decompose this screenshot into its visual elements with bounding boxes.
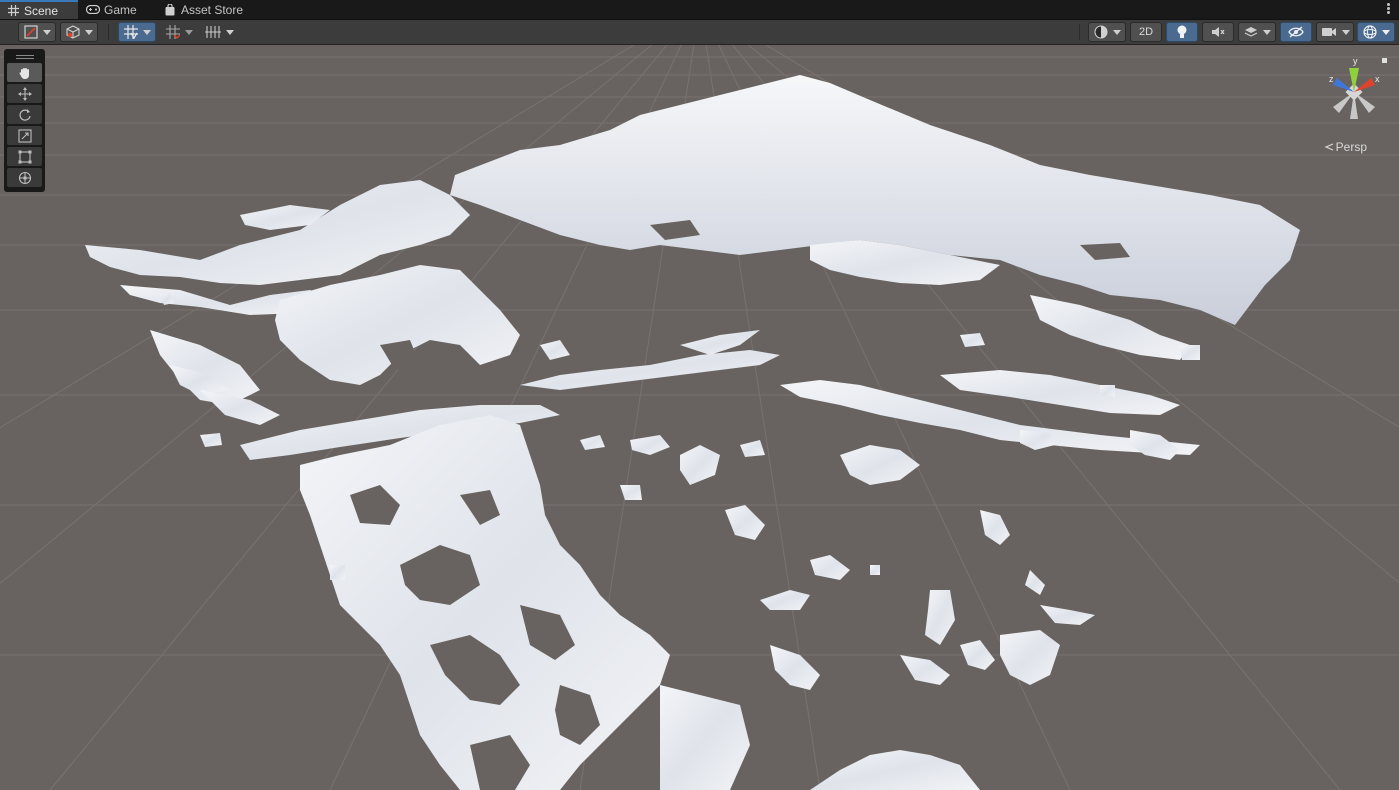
chevron-down-icon [184, 29, 193, 35]
gizmo-axis-x-label: x [1375, 74, 1380, 84]
hand-icon [18, 66, 32, 80]
chevron-down-icon [1341, 29, 1350, 35]
transform-icon [18, 171, 32, 185]
scale-tool[interactable] [7, 126, 42, 145]
effects-dropdown[interactable] [1238, 22, 1276, 42]
rect-icon [18, 150, 32, 164]
rotate-icon [18, 108, 32, 122]
tab-asset-store[interactable]: Asset Store [157, 0, 253, 19]
scene-viewport[interactable]: y z x Persp [0, 45, 1399, 790]
chevron-down-icon [1381, 29, 1390, 35]
audio-mute-icon [1211, 25, 1225, 39]
lighting-bulb-icon [1176, 25, 1188, 39]
bag-icon [163, 3, 177, 16]
rect-tool[interactable] [7, 147, 42, 166]
toggle-2d-button[interactable]: 2D [1130, 22, 1162, 42]
draw-mode-icon [23, 25, 38, 39]
projection-toggle[interactable]: Persp [1324, 140, 1367, 154]
gizmo-axis-z-label: z [1329, 74, 1334, 84]
gizmo-axis-y-label: y [1353, 56, 1358, 66]
shading-mode-dropdown[interactable] [60, 22, 98, 42]
gamepad-icon [86, 4, 100, 16]
lighting-toggle[interactable] [1166, 22, 1198, 42]
rotate-tool[interactable] [7, 105, 42, 124]
render-mode-dropdown[interactable] [1088, 22, 1126, 42]
move-tool[interactable] [7, 84, 42, 103]
gizmos-dropdown[interactable] [1357, 22, 1395, 42]
draw-mode-dropdown[interactable] [18, 22, 56, 42]
tab-label: Asset Store [181, 2, 244, 17]
incremental-snap-icon [165, 25, 180, 39]
chevron-down-icon [1262, 29, 1271, 35]
move-arrows-icon [17, 86, 32, 101]
grid-snap-icon [123, 25, 138, 39]
more-options-icon[interactable] [1387, 2, 1391, 16]
shading-cube-icon [65, 25, 80, 39]
camera-dropdown[interactable] [1316, 22, 1354, 42]
projection-label: Persp [1335, 140, 1367, 154]
orientation-gizmo[interactable]: y z x [1319, 55, 1389, 125]
view-grid-dropdown[interactable] [200, 22, 238, 42]
view-grid-icon [204, 25, 221, 39]
incremental-snap-dropdown[interactable] [160, 22, 198, 42]
camera-icon [1321, 26, 1337, 38]
tool-palette [4, 49, 45, 192]
chevron-down-icon [225, 29, 234, 35]
chevron-down-icon [84, 29, 93, 35]
tab-game[interactable]: Game [80, 0, 146, 19]
hand-tool[interactable] [7, 63, 42, 82]
chevron-left-icon [1324, 142, 1334, 152]
tab-label: Game [104, 2, 137, 17]
palette-drag-handle[interactable] [15, 55, 34, 56]
scene-toolbar: 2D [0, 20, 1399, 45]
grid-snap-toggle[interactable] [118, 22, 156, 42]
render-sphere-icon [1093, 25, 1108, 39]
tab-label: Scene [24, 3, 59, 18]
tab-scene[interactable]: Scene [0, 0, 78, 19]
chevron-down-icon [142, 29, 151, 35]
terrain-snow [85, 75, 1300, 790]
transform-tool[interactable] [7, 168, 42, 187]
effects-layers-icon [1244, 25, 1258, 39]
chevron-down-icon [1112, 29, 1121, 35]
scene-render[interactable] [0, 45, 1399, 790]
grid-icon [6, 5, 20, 17]
audio-toggle[interactable] [1202, 22, 1234, 42]
chevron-down-icon [42, 29, 51, 35]
hidden-objects-eye-icon [1288, 26, 1304, 38]
toggle-2d-label: 2D [1138, 26, 1154, 38]
hidden-objects-toggle[interactable] [1280, 22, 1312, 42]
gizmos-icon [1362, 25, 1377, 39]
scale-icon [17, 128, 32, 143]
editor-tab-strip: Scene Game Asset Store [0, 0, 1399, 20]
